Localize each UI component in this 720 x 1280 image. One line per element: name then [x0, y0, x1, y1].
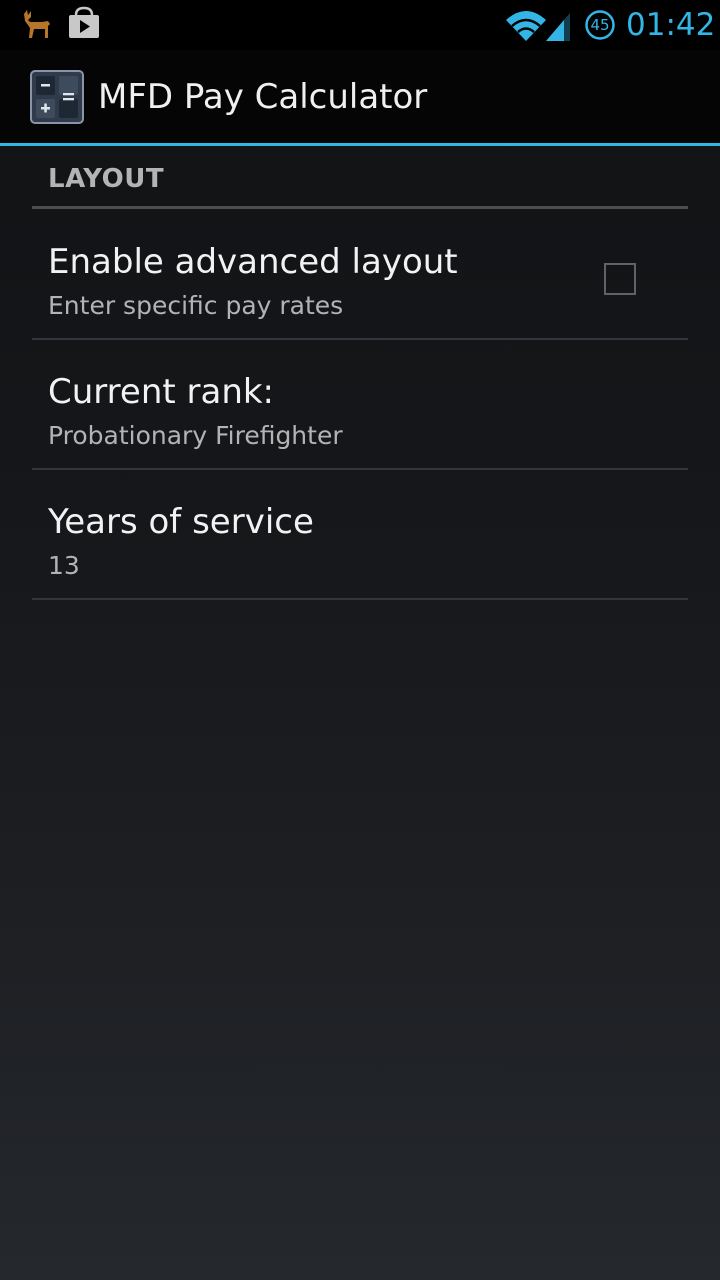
pref-summary: Enter specific pay rates — [48, 291, 344, 320]
signal-icon — [546, 13, 570, 41]
pref-years-of-service[interactable]: Years of service 13 — [32, 472, 688, 600]
status-clock: 01:42 — [626, 7, 716, 43]
action-bar: MFD Pay Calculator — [0, 50, 720, 143]
pref-divider — [32, 338, 688, 340]
deer-icon — [24, 10, 50, 38]
play-store-icon — [69, 6, 99, 38]
pref-divider — [32, 468, 688, 470]
calculator-icon[interactable] — [30, 70, 84, 124]
pref-title: Enable advanced layout — [48, 242, 458, 282]
pref-title: Years of service — [48, 502, 314, 542]
action-bar-divider — [0, 143, 720, 146]
pref-current-rank[interactable]: Current rank: Probationary Firefighter — [32, 342, 688, 470]
pref-title: Current rank: — [48, 372, 275, 412]
battery-level: 45 — [590, 16, 610, 34]
pref-divider — [32, 598, 688, 600]
pref-enable-advanced-layout[interactable]: Enable advanced layout Enter specific pa… — [32, 212, 688, 340]
advanced-layout-checkbox[interactable] — [604, 263, 636, 295]
category-header: LAYOUT — [48, 164, 165, 194]
category-divider — [32, 206, 688, 209]
status-bar: 45 01:42 — [0, 0, 720, 50]
wifi-icon — [506, 11, 546, 41]
pref-summary: Probationary Firefighter — [48, 421, 343, 450]
app-title: MFD Pay Calculator — [98, 77, 428, 117]
pref-summary: 13 — [48, 551, 80, 580]
